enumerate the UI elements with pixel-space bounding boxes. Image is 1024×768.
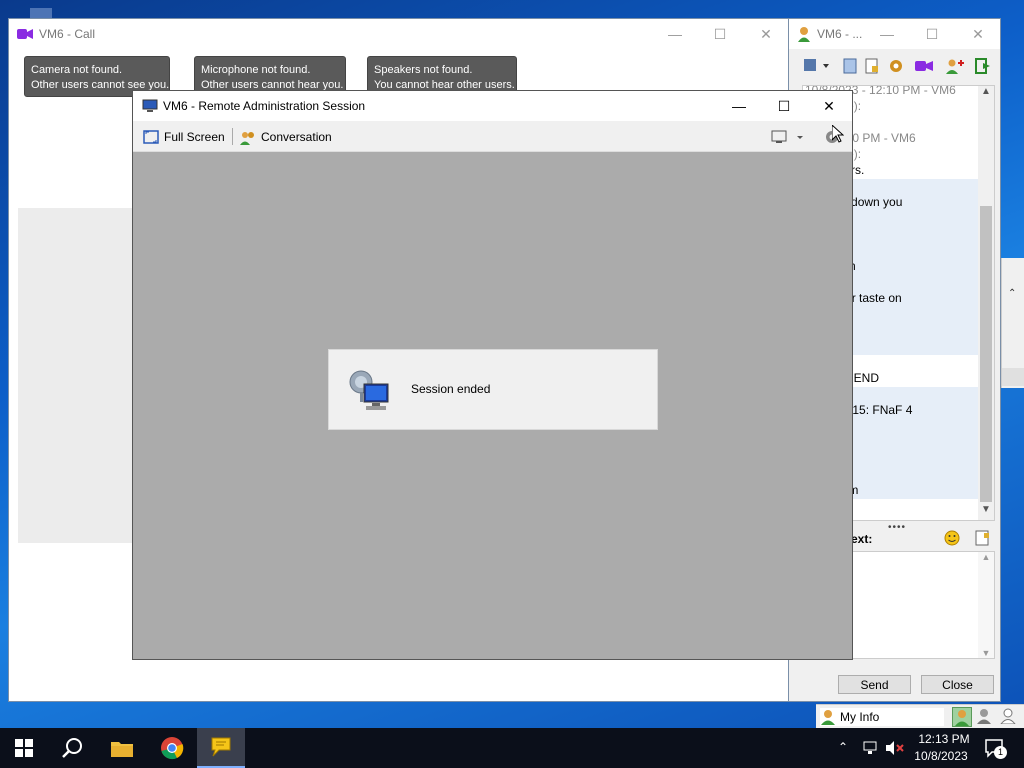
emoji-icon[interactable] bbox=[944, 530, 960, 546]
close-chat-button[interactable]: Close bbox=[921, 675, 994, 694]
input-scroll-down-icon[interactable]: ▼ bbox=[978, 648, 994, 658]
document-icon[interactable] bbox=[862, 56, 882, 76]
conversation-label: Conversation bbox=[261, 130, 332, 144]
scroll-up-arrow-icon[interactable]: ▲ bbox=[978, 86, 994, 102]
chrome-icon bbox=[161, 737, 184, 760]
message-text-label: ext: bbox=[851, 532, 873, 546]
tray-overflow-chevron-icon[interactable]: ⌃ bbox=[838, 740, 848, 754]
clock-time[interactable]: 12:13 PM bbox=[914, 732, 974, 746]
remote-computer-icon bbox=[346, 366, 392, 414]
background-window-edge: ⌃ bbox=[1001, 258, 1024, 388]
clock-date[interactable]: 10/8/2023 bbox=[909, 749, 973, 763]
session-close-button[interactable]: ✕ bbox=[806, 91, 852, 121]
session-window-title: VM6 - Remote Administration Session bbox=[163, 99, 366, 113]
chat-bubble-icon bbox=[211, 737, 231, 757]
taskbar-file-explorer[interactable] bbox=[98, 728, 146, 768]
scroll-down-arrow-icon[interactable]: ▼ bbox=[978, 504, 994, 520]
camera-warning-line1: Camera not found. bbox=[31, 64, 123, 76]
conversation-icon bbox=[240, 129, 256, 145]
tray-network-icon[interactable] bbox=[862, 740, 880, 756]
input-scroll-up-icon[interactable]: ▲ bbox=[978, 552, 994, 562]
remote-session-icon bbox=[142, 99, 158, 113]
video-area-panel bbox=[18, 208, 136, 543]
folder-icon bbox=[111, 742, 133, 757]
tray-volume-muted-icon[interactable] bbox=[884, 740, 904, 756]
conversation-button[interactable]: Conversation bbox=[240, 128, 332, 146]
search-button[interactable] bbox=[48, 728, 96, 768]
scroll-thumb[interactable] bbox=[980, 206, 992, 502]
maximize-button[interactable]: ☐ bbox=[697, 19, 743, 49]
status-offline-icon[interactable] bbox=[999, 708, 1018, 726]
call-window-title: VM6 - Call bbox=[39, 27, 96, 41]
status-away-icon[interactable] bbox=[976, 708, 994, 726]
add-users-icon[interactable] bbox=[944, 56, 966, 76]
chat-toolbar bbox=[789, 53, 1000, 79]
settings-gear-icon[interactable] bbox=[886, 56, 906, 76]
my-info-user-icon bbox=[820, 709, 836, 725]
chat-scrollbar[interactable]: ▲ ▼ bbox=[978, 86, 994, 520]
session-titlebar[interactable]: VM6 - Remote Administration Session — ☐ … bbox=[133, 91, 852, 121]
my-info-button[interactable]: My Info bbox=[820, 708, 944, 726]
session-toolbar: Full Screen Conversation bbox=[133, 121, 852, 152]
speakers-warning-line1: Speakers not found. bbox=[374, 64, 473, 76]
send-button[interactable]: Send bbox=[838, 675, 911, 694]
windows-logo-icon bbox=[15, 739, 33, 757]
session-maximize-button[interactable]: ☐ bbox=[761, 91, 807, 121]
taskbar-chrome[interactable] bbox=[148, 728, 196, 768]
chat-close-button[interactable]: ✕ bbox=[955, 19, 1001, 49]
send-file-dropdown-icon[interactable] bbox=[801, 56, 831, 76]
session-ended-text: Session ended bbox=[411, 382, 491, 396]
status-strip: My Info bbox=[816, 704, 1024, 728]
toolbar-separator bbox=[232, 128, 233, 145]
session-minimize-button[interactable]: — bbox=[716, 91, 762, 121]
background-window-strip bbox=[1002, 368, 1024, 386]
video-call-icon bbox=[17, 28, 33, 40]
resize-grip-icon[interactable]: •••• bbox=[888, 522, 906, 533]
taskbar: ⌃ 12:13 PM 10/8/2023 1 bbox=[0, 728, 1024, 768]
start-button[interactable] bbox=[0, 728, 48, 768]
background-scroll-up-icon[interactable]: ⌃ bbox=[1008, 288, 1016, 299]
notification-count-badge: 1 bbox=[994, 746, 1007, 759]
format-text-icon[interactable] bbox=[975, 530, 991, 546]
clipboard-icon[interactable] bbox=[840, 56, 860, 76]
minimize-button[interactable]: — bbox=[652, 19, 698, 49]
input-scrollbar[interactable]: ▲ ▼ bbox=[978, 552, 994, 658]
chat-minimize-button[interactable]: — bbox=[864, 19, 910, 49]
fullscreen-button[interactable]: Full Screen bbox=[143, 128, 225, 146]
microphone-warning-line1: Microphone not found. bbox=[201, 64, 311, 76]
session-window: VM6 - Remote Administration Session — ☐ … bbox=[132, 90, 853, 660]
my-info-label: My Info bbox=[840, 710, 880, 724]
chat-window-title: VM6 - ... bbox=[817, 27, 863, 41]
status-online-icon[interactable] bbox=[952, 707, 972, 727]
chat-maximize-button[interactable]: ☐ bbox=[909, 19, 955, 49]
chat-titlebar[interactable]: VM6 - ... — ☐ ✕ bbox=[789, 19, 1000, 49]
user-icon bbox=[797, 26, 811, 42]
exit-session-icon[interactable] bbox=[973, 56, 993, 76]
search-icon bbox=[62, 738, 82, 758]
taskbar-chat-app[interactable] bbox=[197, 728, 245, 768]
display-select-icon[interactable] bbox=[771, 129, 803, 145]
fullscreen-label: Full Screen bbox=[164, 130, 225, 144]
close-button[interactable]: ✕ bbox=[743, 19, 789, 49]
fullscreen-icon bbox=[143, 129, 159, 145]
video-call-button-icon[interactable] bbox=[913, 56, 935, 76]
session-ended-dialog: Session ended bbox=[328, 349, 658, 430]
mouse-cursor-icon bbox=[831, 123, 845, 143]
call-titlebar[interactable]: VM6 - Call — ☐ ✕ bbox=[9, 19, 789, 49]
